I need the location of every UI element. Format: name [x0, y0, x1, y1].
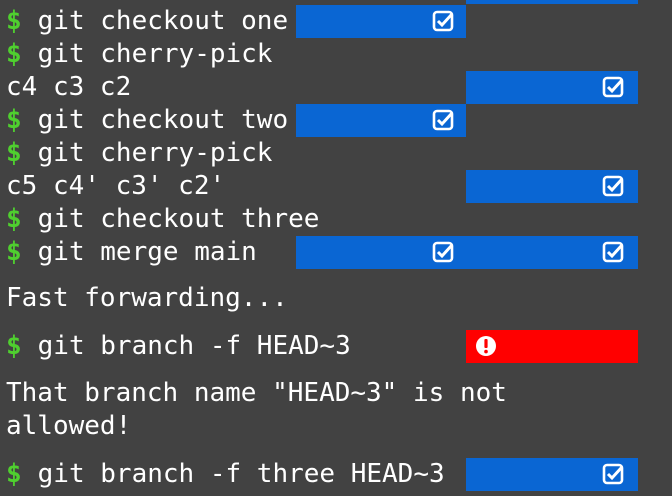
- prompt-symbol: $: [6, 138, 22, 168]
- command-line: $ git checkout one: [6, 5, 288, 38]
- checkbox-check-icon: [432, 241, 454, 263]
- command-line: $ git cherry-pick: [6, 38, 272, 71]
- prompt-symbol: $: [6, 39, 22, 69]
- command-output: That branch name "HEAD~3" is not: [6, 377, 507, 410]
- command-line: $ git branch -f three HEAD~3: [6, 458, 445, 491]
- command-line: $ git checkout two: [6, 104, 288, 137]
- checkbox-check-icon: [602, 241, 624, 263]
- command-output: Fast forwarding...: [6, 282, 288, 315]
- output-text: allowed!: [6, 411, 132, 441]
- command-line: $ git cherry-pick: [6, 137, 272, 170]
- command-line: $ git branch -f HEAD~3: [6, 330, 351, 363]
- command-text: git checkout one: [37, 6, 289, 36]
- command-text: git cherry-pick: [37, 39, 273, 69]
- command-line: $ git merge main: [6, 236, 257, 269]
- status-bar-success: [466, 458, 638, 491]
- prompt-symbol: $: [6, 105, 22, 135]
- checkbox-check-icon: [432, 109, 454, 131]
- prompt-symbol: $: [6, 204, 22, 234]
- command-output: allowed!: [6, 410, 131, 443]
- prompt-symbol: $: [6, 237, 22, 267]
- prompt-symbol: $: [6, 459, 22, 489]
- command-text: git branch -f HEAD~3: [37, 331, 351, 361]
- checkbox-check-icon: [432, 10, 454, 32]
- output-text: c5 c4' c3' c2': [6, 171, 226, 201]
- status-bar-success: [466, 71, 638, 104]
- command-text: git merge main: [37, 237, 257, 267]
- prompt-symbol: $: [6, 331, 22, 361]
- command-text: git checkout two: [37, 105, 289, 135]
- status-bar-success: [296, 104, 466, 137]
- output-text: Fast forwarding...: [6, 283, 288, 313]
- checkbox-check-icon: [602, 175, 624, 197]
- command-output: c5 c4' c3' c2': [6, 170, 225, 203]
- output-text: That branch name "HEAD~3" is not: [6, 378, 507, 408]
- status-bar-success: [296, 5, 466, 38]
- status-bar-success: [296, 236, 638, 269]
- checkbox-check-icon: [602, 463, 624, 485]
- status-bar-error: [466, 330, 638, 363]
- command-text: git cherry-pick: [37, 138, 273, 168]
- output-text: c4 c3 c2: [6, 72, 132, 102]
- command-text: git checkout three: [37, 204, 320, 234]
- terminal-output: $ git checkout one $ git cherry-pick c4 c3…: [0, 0, 672, 496]
- prompt-symbol: $: [6, 6, 22, 36]
- status-bar-success: [466, 0, 638, 4]
- exclamation-circle-icon: [476, 336, 496, 356]
- status-bar-success: [466, 170, 638, 203]
- command-line: $ git checkout three: [6, 203, 319, 236]
- command-output: c4 c3 c2: [6, 71, 131, 104]
- command-text: git branch -f three HEAD~3: [37, 459, 445, 489]
- checkbox-check-icon: [602, 76, 624, 98]
